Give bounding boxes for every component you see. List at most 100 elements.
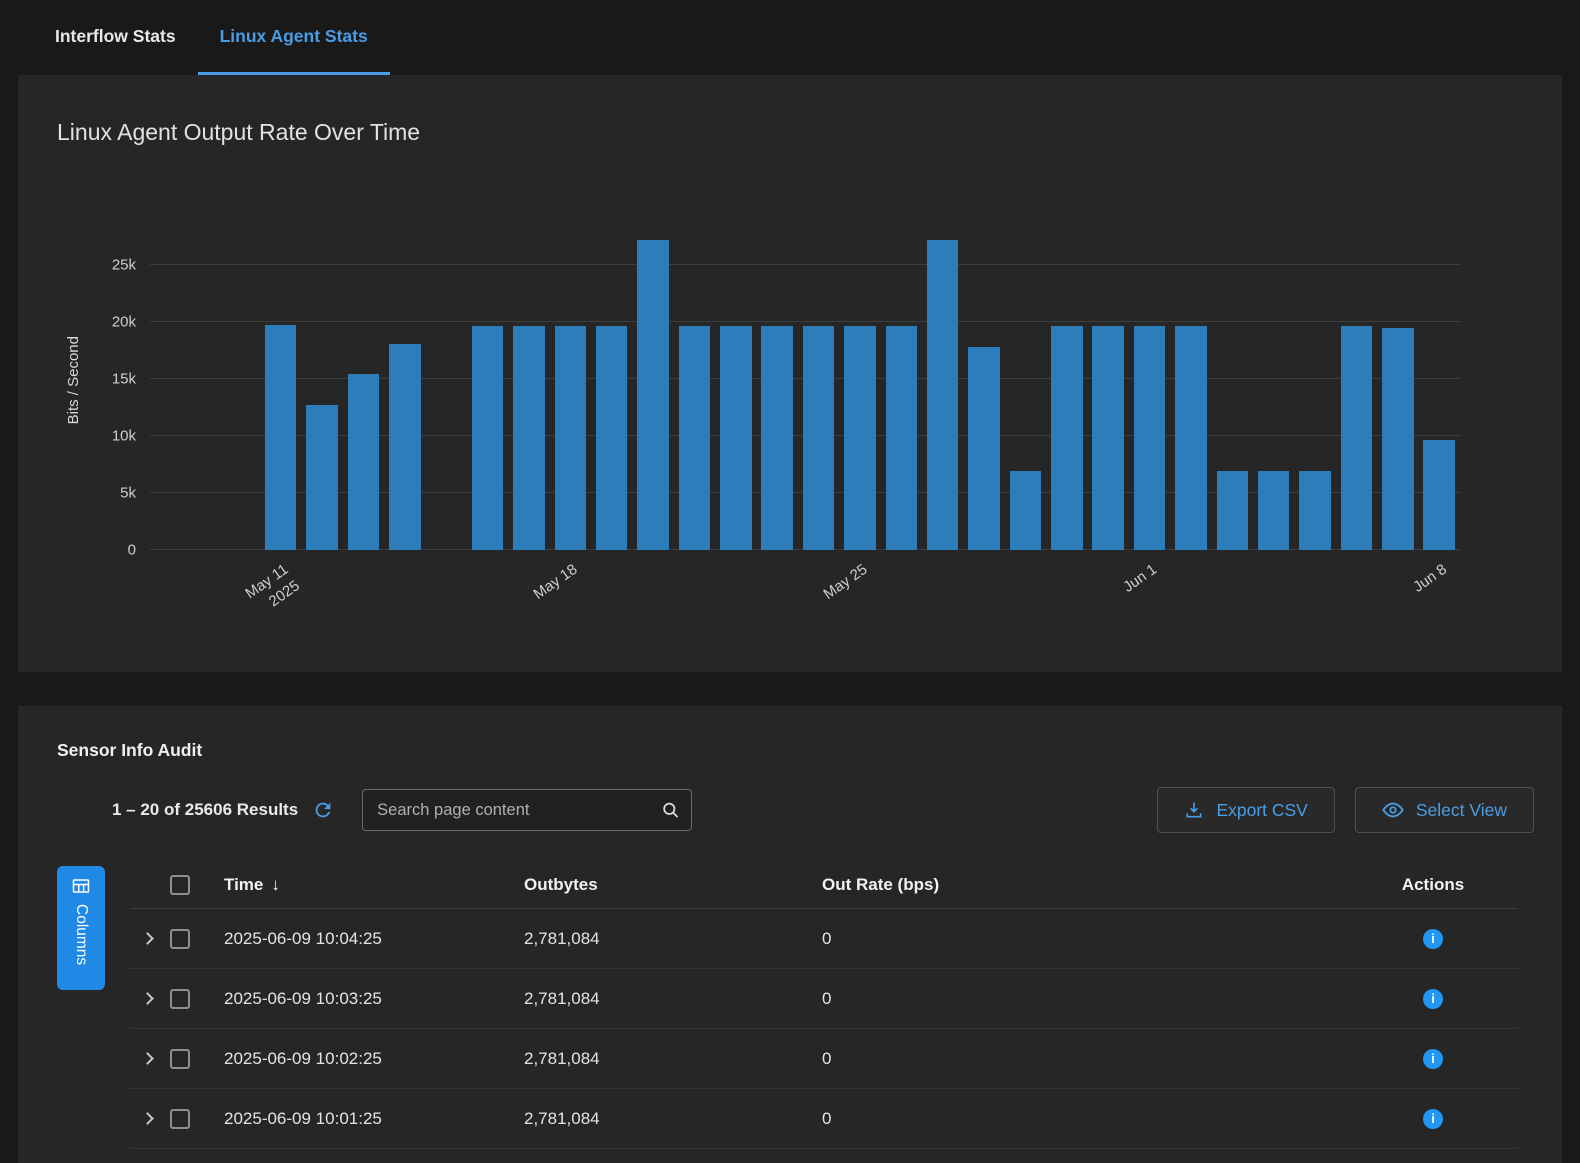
bar[interactable]: [720, 326, 751, 550]
refresh-button[interactable]: [312, 799, 334, 821]
table-row[interactable]: 2025-06-09 10:02:252,781,0840 i: [130, 1029, 1518, 1089]
bar[interactable]: [1341, 326, 1372, 550]
bar-slot: [550, 210, 591, 550]
y-tick-label: 15k: [112, 370, 136, 387]
col-header-time[interactable]: Time ↓: [212, 875, 512, 895]
y-axis-title: Bits / Second: [62, 210, 84, 550]
bar[interactable]: [1423, 440, 1454, 550]
x-tick-label: Jun 1: [1120, 560, 1162, 598]
bar-slot: [1212, 210, 1253, 550]
table-row[interactable]: 2025-06-09 10:04:252,781,0840 i: [130, 909, 1518, 969]
bar[interactable]: [927, 240, 958, 550]
bar-slot: [343, 210, 384, 550]
bar[interactable]: [1299, 471, 1330, 550]
bar[interactable]: [555, 326, 586, 550]
search-input[interactable]: [362, 789, 692, 831]
search-icon[interactable]: [661, 801, 680, 820]
row-checkbox[interactable]: [170, 1109, 190, 1129]
bar-slot: [1170, 210, 1211, 550]
info-icon[interactable]: i: [1423, 989, 1443, 1009]
info-icon[interactable]: i: [1423, 1049, 1443, 1069]
bar[interactable]: [1051, 326, 1082, 550]
select-all-checkbox[interactable]: [170, 875, 190, 895]
cell-outbytes: 2,781,084: [512, 1109, 810, 1129]
row-checkbox[interactable]: [170, 1049, 190, 1069]
bar-slot: [1088, 210, 1129, 550]
bar-slot: [1294, 210, 1335, 550]
info-icon[interactable]: i: [1423, 1109, 1443, 1129]
bar-slot: [591, 210, 632, 550]
bar[interactable]: [265, 325, 296, 550]
tab-interflow-stats[interactable]: Interflow Stats: [33, 0, 198, 75]
bar-slot: [467, 210, 508, 550]
y-axis-title-text: Bits / Second: [65, 336, 82, 424]
table-row[interactable]: 2025-06-09 10:01:252,781,0840i: [130, 1089, 1518, 1149]
y-tick-label: 10k: [112, 427, 136, 444]
x-tick-label: May 18: [530, 560, 582, 605]
tab-linux-agent-stats[interactable]: Linux Agent Stats: [198, 0, 390, 75]
bar[interactable]: [637, 240, 668, 550]
bar-slot: [757, 210, 798, 550]
bar-slot: [839, 210, 880, 550]
cell-time: 2025-06-09 10:03:25: [212, 989, 512, 1009]
x-tick-label: May 25: [820, 560, 872, 605]
cell-out-rate: 0: [810, 929, 1348, 949]
expand-row-icon[interactable]: [141, 1052, 154, 1065]
bar[interactable]: [679, 326, 710, 550]
row-checkbox[interactable]: [170, 929, 190, 949]
bar[interactable]: [1175, 326, 1206, 550]
table-icon: [72, 878, 90, 894]
bar[interactable]: [472, 326, 503, 550]
bar[interactable]: [886, 326, 917, 550]
col-header-actions: Actions: [1348, 875, 1518, 895]
bar[interactable]: [306, 405, 337, 550]
bar[interactable]: [1134, 326, 1165, 550]
export-csv-label: Export CSV: [1216, 800, 1307, 821]
expand-row-icon[interactable]: [141, 1112, 154, 1125]
bars: [260, 210, 1460, 550]
col-header-out-rate[interactable]: Out Rate (bps): [810, 875, 1348, 895]
bar[interactable]: [844, 326, 875, 550]
col-header-time-label: Time: [224, 875, 263, 894]
sort-desc-icon: ↓: [271, 875, 280, 894]
cell-time: 2025-06-09 10:02:25: [212, 1049, 512, 1069]
bar[interactable]: [1217, 471, 1248, 550]
bar[interactable]: [803, 326, 834, 550]
bar[interactable]: [1258, 471, 1289, 550]
bar[interactable]: [1010, 471, 1041, 550]
bar-slot: [260, 210, 301, 550]
bar[interactable]: [513, 326, 544, 550]
table-row[interactable]: 2025-06-09 10:03:252,781,0840i: [130, 969, 1518, 1029]
bar[interactable]: [1382, 328, 1413, 550]
bar-slot: [715, 210, 756, 550]
bar[interactable]: [1092, 326, 1123, 550]
bar[interactable]: [596, 326, 627, 550]
bar[interactable]: [389, 344, 420, 551]
cell-outbytes: 2,781,084: [512, 929, 810, 949]
expand-row-icon[interactable]: [141, 932, 154, 945]
section-title: Sensor Info Audit: [18, 706, 1562, 761]
bar-slot: [963, 210, 1004, 550]
info-icon[interactable]: i: [1423, 929, 1443, 949]
refresh-icon: [312, 799, 334, 821]
columns-button[interactable]: Columns: [57, 866, 105, 990]
row-checkbox[interactable]: [170, 989, 190, 1009]
expand-row-icon[interactable]: [141, 992, 154, 1005]
tab-bar: Interflow Stats Linux Agent Stats: [0, 0, 1580, 75]
export-csv-button[interactable]: Export CSV: [1157, 787, 1334, 833]
bar[interactable]: [968, 347, 999, 550]
columns-button-label: Columns: [72, 904, 90, 965]
select-view-button[interactable]: Select View: [1355, 787, 1534, 833]
cell-out-rate: 0: [810, 1049, 1348, 1069]
cell-outbytes: 2,781,084: [512, 1049, 810, 1069]
bar-slot: [881, 210, 922, 550]
col-header-outbytes[interactable]: Outbytes: [512, 875, 810, 895]
cell-time: 2025-06-09 10:04:25: [212, 929, 512, 949]
audit-table: Time ↓ Outbytes Out Rate (bps) Actions 20…: [130, 861, 1518, 1149]
plot-area: 05k10k15k20k25kMay 11 2025May 18May 25Ju…: [150, 210, 1460, 550]
bar[interactable]: [761, 326, 792, 550]
cell-out-rate: 0: [810, 1109, 1348, 1129]
cell-outbytes: 2,781,084: [512, 989, 810, 1009]
bar[interactable]: [348, 374, 379, 550]
chart-title: Linux Agent Output Rate Over Time: [18, 75, 1562, 146]
